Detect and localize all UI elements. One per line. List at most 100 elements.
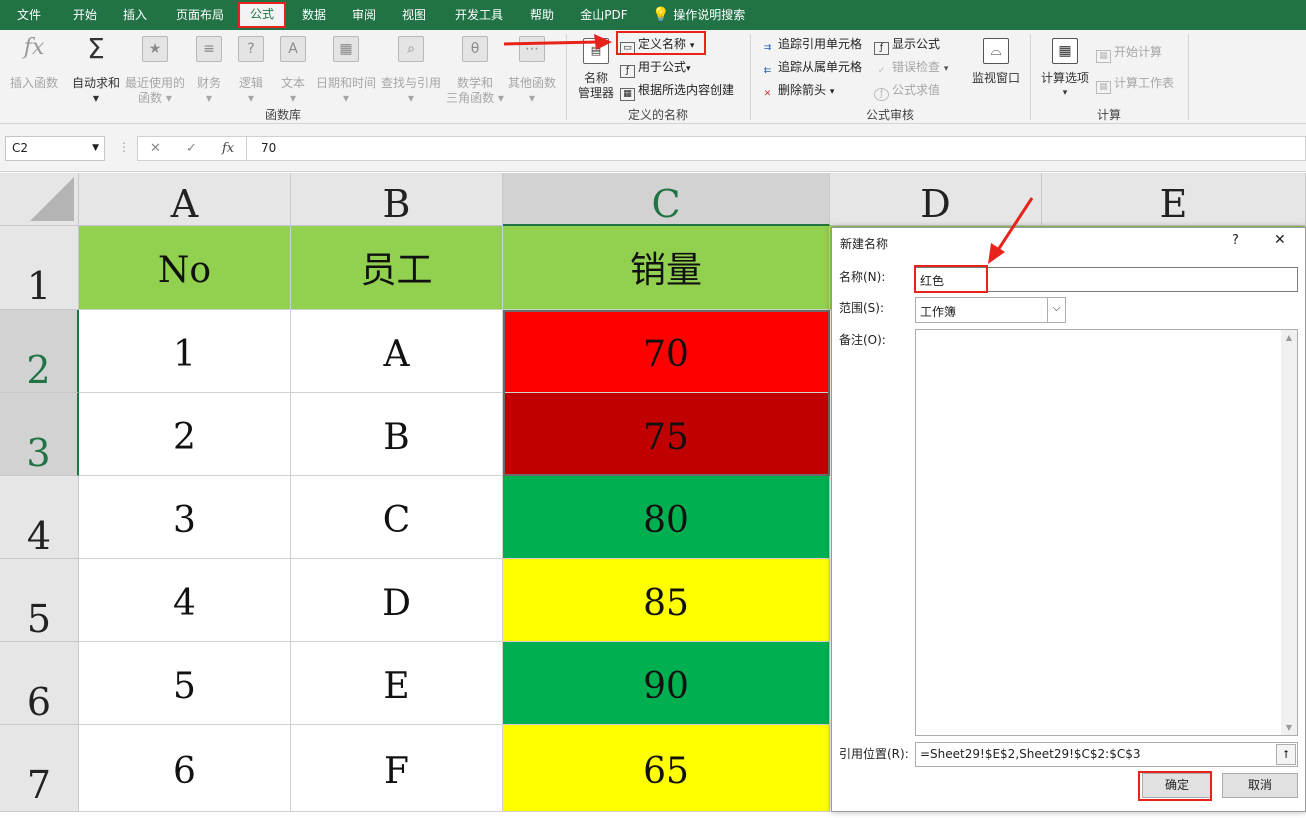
ok-button[interactable]: 确定 [1142,773,1212,798]
cell-a4[interactable]: 3 [79,476,291,559]
cell-c1[interactable]: 销量 [503,226,830,310]
comment-scrollbar[interactable]: ▲ ▼ [1281,330,1297,735]
financial-button[interactable]: ≡ 财务 ▾ [190,36,228,105]
cell-a1[interactable]: No [79,226,291,310]
calculate-now-label: 开始计算 [1114,45,1163,59]
cell-c3[interactable]: 75 [503,393,830,476]
cell-b6[interactable]: E [291,642,503,725]
recent-functions-button[interactable]: ★ 最近使用的 函数 ▾ [124,36,186,105]
cell-a6[interactable]: 5 [79,642,291,725]
tab-file[interactable]: 文件 [12,0,46,30]
calculate-now-button[interactable]: ▦ 开始计算 [1096,43,1162,63]
row-header-3[interactable]: 3 [0,393,79,476]
confirm-entry-icon[interactable]: ✓ [186,137,197,160]
row-header-4[interactable]: 4 [0,476,79,559]
fx-small-icon: ƒ [620,65,635,78]
col-header-d[interactable]: D [830,173,1042,226]
formula-input[interactable]: 70 [247,136,1306,161]
col-header-c[interactable]: C [503,173,830,226]
row-header-5[interactable]: 5 [0,559,79,642]
error-checking-button[interactable]: ✓ 错误检查 ▾ [874,58,949,79]
watch-window-button[interactable]: ⌓ 监视窗口 [968,38,1024,102]
scope-select[interactable]: 工作簿 ⌵ [915,297,1066,323]
chevron-down-icon[interactable]: ⌵ [1047,298,1065,322]
math-trig-button[interactable]: θ 数学和 三角函数 ▾ [444,36,506,105]
logical-button[interactable]: ? 逻辑 ▾ [232,36,270,105]
cancel-entry-icon[interactable]: ✕ [150,137,161,160]
cancel-button[interactable]: 取消 [1222,773,1298,798]
insert-function-icon[interactable]: fx [222,137,234,160]
cell-a2[interactable]: 1 [79,310,291,393]
cell-b1[interactable]: 员工 [291,226,503,310]
cell-b7[interactable]: F [291,725,503,812]
col-header-e[interactable]: E [1042,173,1306,226]
scroll-up-icon[interactable]: ▲ [1281,333,1297,342]
text-function-label: 文本 [280,76,305,90]
collapse-dialog-icon[interactable]: ⭡ [1276,744,1296,765]
name-manager-label-1: 名称 [583,71,608,85]
lookup-button[interactable]: ⌕ 查找与引用 ▾ [380,36,442,105]
comment-textarea[interactable]: ▲ ▼ [915,329,1298,736]
insert-function-button[interactable]: fx 插入函数 [4,36,64,100]
refers-to-input[interactable]: =Sheet29!$E$2,Sheet29!$C$2:$C$3 ⭡ [915,742,1298,767]
use-in-formula-button[interactable]: ƒ 用于公式▾ [620,58,691,78]
tab-home[interactable]: 开始 [64,0,106,30]
autosum-button[interactable]: Σ 自动求和 ▼ [68,35,124,104]
select-all-corner[interactable] [0,173,79,226]
evaluate-formula-button[interactable]: ƒ 公式求值 [874,81,940,101]
col-header-a[interactable]: A [79,173,291,226]
tab-formulas[interactable]: 公式 [238,2,286,28]
cell-b3[interactable]: B [291,393,503,476]
calculate-sheet-button[interactable]: ▦ 计算工作表 [1096,74,1174,94]
cell-a3[interactable]: 2 [79,393,291,476]
cell-b2[interactable]: A [291,310,503,393]
create-from-selection-button[interactable]: ▦ 根据所选内容创建 [620,81,734,101]
tab-page-layout[interactable]: 页面布局 [170,0,230,30]
tab-developer[interactable]: 开发工具 [448,0,510,30]
logical-label: 逻辑 [238,76,263,90]
text-a-icon: A [280,36,306,62]
cell-c5[interactable]: 85 [503,559,830,642]
tab-view[interactable]: 视图 [394,0,434,30]
text-function-button[interactable]: A 文本 ▾ [274,36,312,105]
tab-help[interactable]: 帮助 [522,0,562,30]
row-header-1[interactable]: 1 [0,226,79,310]
cell-c2[interactable]: 70 [503,310,830,393]
tab-review[interactable]: 审阅 [344,0,384,30]
scroll-down-icon[interactable]: ▼ [1281,723,1297,732]
trace-precedents-button[interactable]: ⇉ 追踪引用单元格 [760,35,862,56]
datetime-button[interactable]: ▦ 日期和时间 ▾ [314,36,378,105]
remove-arrows-button[interactable]: ✕ 删除箭头 ▾ [760,81,835,102]
group-formula-auditing: 公式审核 [865,108,914,122]
define-name-button[interactable]: ▭ 定义名称 ▾ [620,35,694,55]
col-header-b[interactable]: B [291,173,503,226]
tab-kingsoft-pdf[interactable]: 金山PDF [574,0,634,30]
name-input[interactable]: 红色 [915,267,1298,292]
name-manager-icon: ▤ [583,38,609,64]
ribbon-separator [1188,34,1189,120]
cell-c6[interactable]: 90 [503,642,830,725]
trace-dependents-button[interactable]: ⇇ 追踪从属单元格 [760,58,862,79]
calc-sheet-icon: ▦ [1096,81,1111,94]
cell-a7[interactable]: 6 [79,725,291,812]
chevron-down-icon[interactable]: ▼ [92,137,99,160]
more-functions-button[interactable]: ⋯ 其他函数 ▾ [506,36,558,105]
row-header-2[interactable]: 2 [0,310,79,393]
row-header-7[interactable]: 7 [0,725,79,812]
tab-insert[interactable]: 插入 [114,0,156,30]
close-button[interactable]: ✕ [1274,232,1286,248]
row-header-6[interactable]: 6 [0,642,79,725]
show-formulas-button[interactable]: ƒ 显示公式 [874,35,940,55]
chevron-down-icon: ▾ [1062,88,1068,98]
cell-b4[interactable]: C [291,476,503,559]
cell-c4[interactable]: 80 [503,476,830,559]
cell-a5[interactable]: 4 [79,559,291,642]
cell-c7[interactable]: 65 [503,725,830,812]
name-manager-button[interactable]: ▤ 名称 管理器 [574,38,618,102]
cell-b5[interactable]: D [291,559,503,642]
name-box[interactable]: C2 ▼ [5,136,105,161]
help-button[interactable]: ? [1232,233,1239,248]
calc-options-button[interactable]: ▦ 计算选项 ▾ [1036,38,1094,102]
tell-me-search[interactable]: 💡 操作说明搜索 [652,0,745,30]
tab-data[interactable]: 数据 [294,0,334,30]
